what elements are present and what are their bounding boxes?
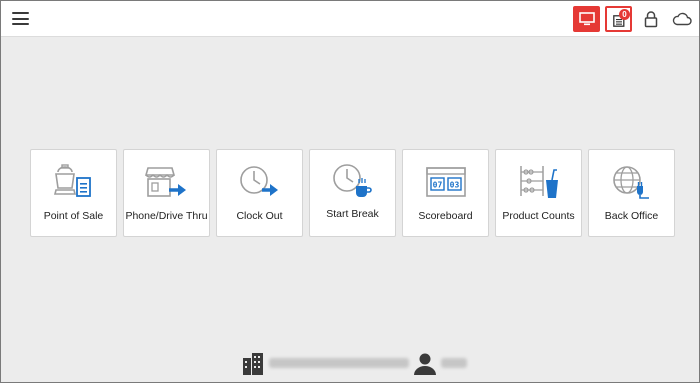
svg-text:03: 03 [449,181,459,190]
tile-label: Clock Out [236,210,283,222]
tile-label: Phone/Drive Thru [125,210,208,222]
tile-label: Point of Sale [43,210,104,222]
clock-coffee-icon [332,164,372,197]
orders-badge: 0 [619,9,630,20]
tile-product-counts[interactable]: Product Counts [495,149,582,237]
tile-label: Start Break [326,208,379,220]
cloud-icon[interactable] [672,12,692,26]
storefront-arrow-icon [144,167,186,197]
svg-text:07: 07 [432,181,442,190]
app-tiles: Point of Sale Phone/Drive Thru Clock Out [30,149,680,237]
tile-point-of-sale[interactable]: Point of Sale [30,149,117,237]
building-icon [243,353,263,375]
hamburger-menu-icon[interactable] [12,12,29,26]
redacted-user-name [441,358,467,368]
abacus-cup-icon [519,166,558,198]
clock-arrow-icon [239,166,278,196]
tile-clock-out[interactable]: Clock Out [216,149,303,237]
orders-button[interactable]: 0 [605,6,632,32]
globe-plug-icon [612,166,649,199]
tile-label: Product Counts [502,210,575,222]
lock-icon[interactable] [644,10,658,28]
footer-status [241,352,481,376]
tile-start-break[interactable]: Start Break [309,149,396,237]
register-icon [53,164,91,197]
scoreboard-icon: 07 03 [425,167,466,197]
redacted-store-name [269,358,409,368]
person-icon [414,353,436,375]
tile-scoreboard[interactable]: 07 03 Scoreboard [402,149,489,237]
tile-back-office[interactable]: Back Office [588,149,675,237]
tile-label: Scoreboard [418,210,473,222]
monitor-icon[interactable] [573,6,600,32]
top-bar: 0 [1,1,699,37]
tile-phone-drive-thru[interactable]: Phone/Drive Thru [123,149,210,237]
tile-label: Back Office [604,210,659,222]
app-window: 0 Point of Sale Phone/Drive Thru Clock O… [0,0,700,383]
